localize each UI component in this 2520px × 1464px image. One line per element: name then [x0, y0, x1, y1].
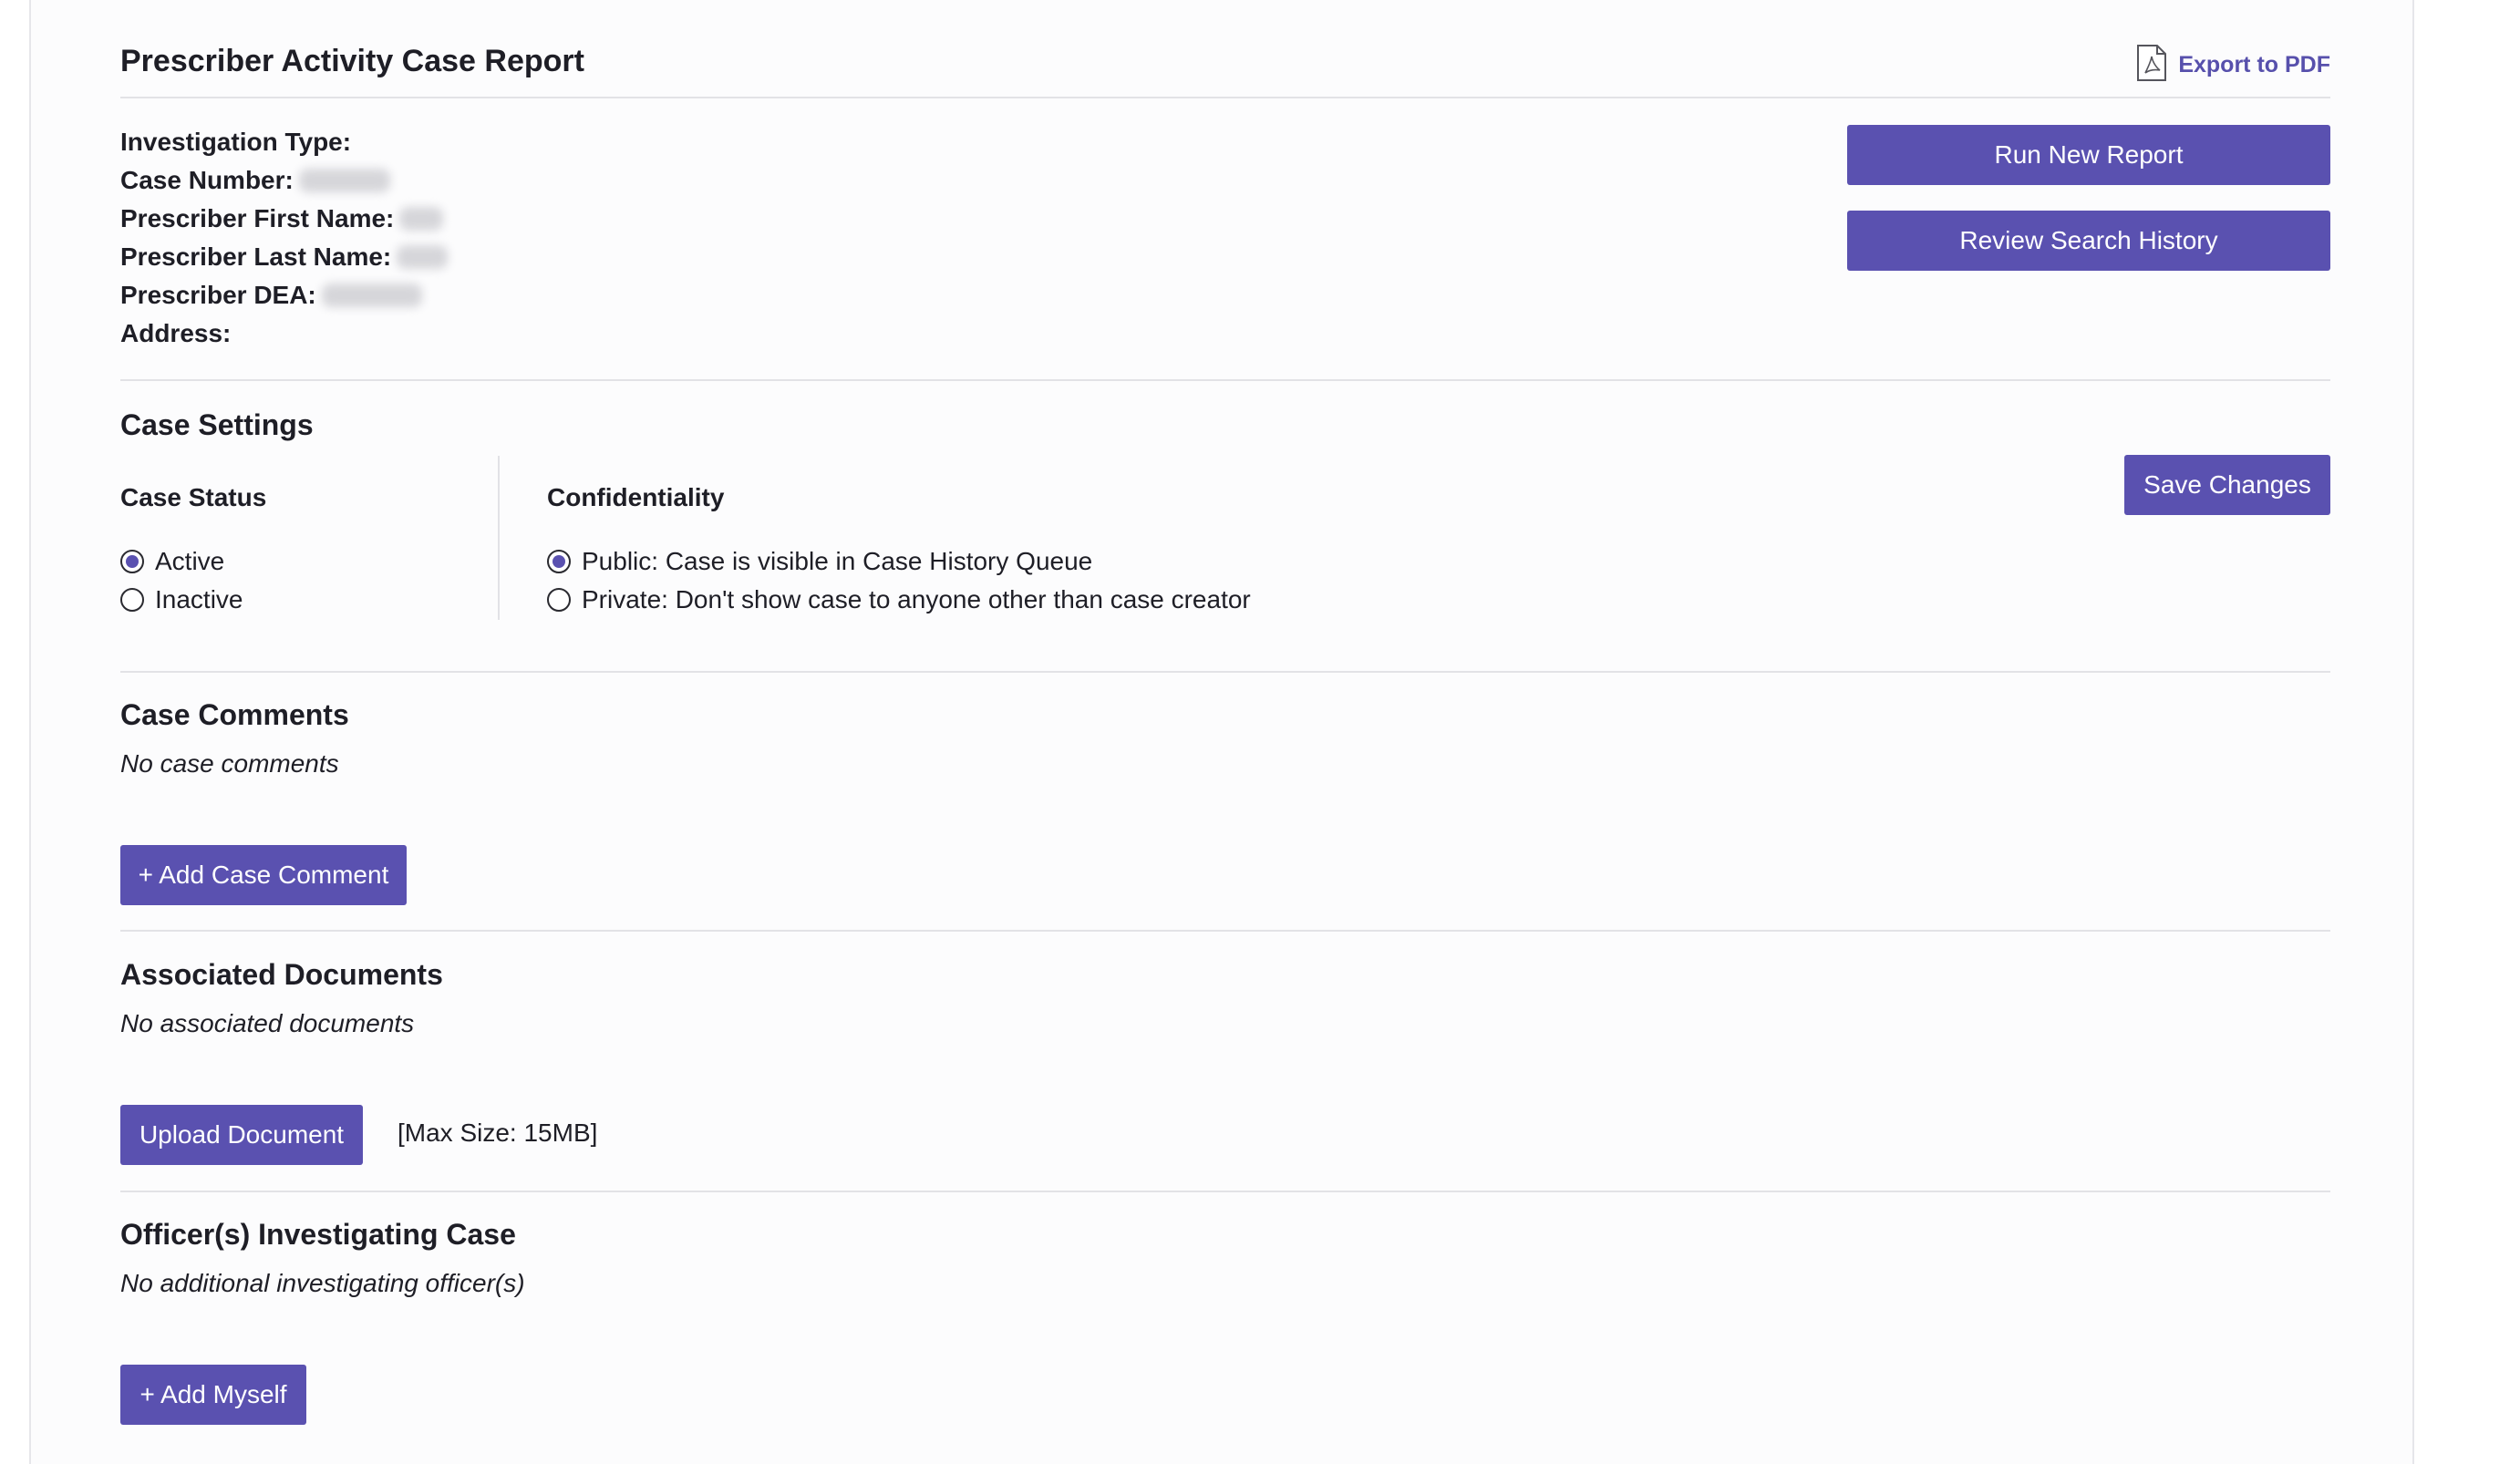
upload-document-button[interactable]: Upload Document: [120, 1105, 363, 1165]
run-new-report-button[interactable]: Run New Report: [1847, 125, 2330, 185]
documents-divider: [120, 1191, 2330, 1192]
export-pdf-link[interactable]: Export to PDF: [2136, 44, 2330, 87]
radio-active[interactable]: [120, 550, 144, 573]
officers-title: Officer(s) Investigating Case: [120, 1218, 516, 1251]
address-field: Address:: [120, 319, 231, 348]
status-option-active[interactable]: Active: [120, 547, 224, 576]
case-settings-title: Case Settings: [120, 408, 314, 441]
confidentiality-option-label: Public: Case is visible in Case History …: [582, 547, 1093, 575]
comments-divider: [120, 930, 2330, 932]
report-panel: Prescriber Activity Case Report Export t…: [29, 0, 2414, 1464]
page-title: Prescriber Activity Case Report: [120, 44, 584, 78]
radio-public[interactable]: [547, 550, 571, 573]
radio-inactive[interactable]: [120, 588, 144, 612]
settings-divider: [120, 671, 2330, 673]
details-divider: [120, 379, 2330, 381]
status-option-label: Inactive: [155, 585, 243, 613]
last-name-label: Prescriber Last Name:: [120, 242, 392, 271]
dea-redacted: [321, 284, 422, 307]
first-name-label: Prescriber First Name:: [120, 204, 395, 232]
confidentiality-option-label: Private: Don't show case to anyone other…: [582, 585, 1251, 613]
case-number-field: Case Number:: [120, 166, 390, 195]
first-name-field: Prescriber First Name:: [120, 204, 444, 233]
status-option-inactive[interactable]: Inactive: [120, 585, 243, 614]
investigation-type-label: Investigation Type:: [120, 128, 352, 156]
dea-label: Prescriber DEA:: [120, 281, 316, 309]
radio-private[interactable]: [547, 588, 571, 612]
review-search-history-button[interactable]: Review Search History: [1847, 211, 2330, 271]
confidentiality-option-private[interactable]: Private: Don't show case to anyone other…: [547, 585, 1251, 614]
status-option-label: Active: [155, 547, 225, 575]
last-name-redacted: [397, 245, 449, 269]
case-comments-title: Case Comments: [120, 698, 349, 731]
investigation-type-field: Investigation Type:: [120, 128, 351, 157]
associated-documents-empty: No associated documents: [120, 1009, 415, 1037]
case-comments-empty: No case comments: [120, 749, 339, 778]
officers-empty: No additional investigating officer(s): [120, 1269, 525, 1297]
associated-documents-title: Associated Documents: [120, 958, 443, 991]
add-case-comment-button[interactable]: + Add Case Comment: [120, 845, 407, 905]
last-name-field: Prescriber Last Name:: [120, 242, 449, 272]
pdf-file-icon: [2136, 44, 2167, 87]
add-myself-button[interactable]: + Add Myself: [120, 1365, 306, 1425]
case-number-label: Case Number:: [120, 166, 294, 194]
case-number-redacted: [298, 169, 390, 192]
header-divider: [120, 97, 2330, 98]
first-name-redacted: [399, 207, 444, 231]
confidentiality-title: Confidentiality: [547, 483, 725, 511]
export-pdf-label: Export to PDF: [2178, 52, 2330, 77]
confidentiality-option-public[interactable]: Public: Case is visible in Case History …: [547, 547, 1092, 576]
case-status-title: Case Status: [120, 483, 267, 511]
settings-column-separator: [498, 456, 500, 620]
max-size-note: [Max Size: 15MB]: [398, 1119, 598, 1147]
dea-field: Prescriber DEA:: [120, 281, 422, 310]
report-content: Prescriber Activity Case Report Export t…: [120, 0, 2330, 1464]
save-changes-button[interactable]: Save Changes: [2124, 455, 2330, 515]
address-label: Address:: [120, 319, 232, 347]
